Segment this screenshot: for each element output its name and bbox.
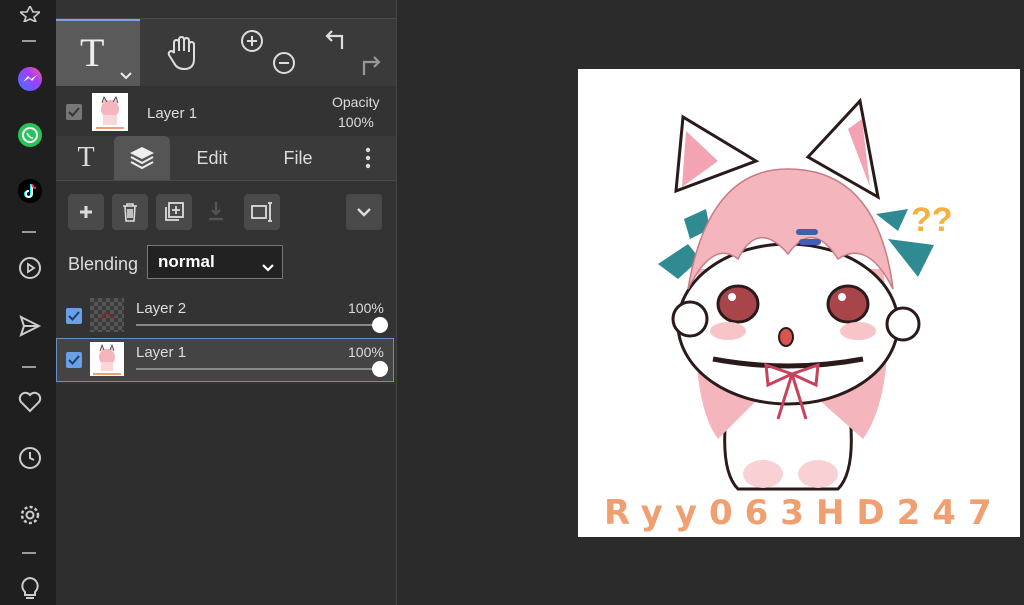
layer-opacity-value: 100% bbox=[348, 344, 384, 360]
layer-menu-button[interactable] bbox=[346, 194, 382, 230]
delete-layer-button[interactable] bbox=[112, 194, 148, 230]
svg-text:??: ?? bbox=[911, 201, 953, 239]
layer-row-layer-1[interactable]: Layer 1 100% bbox=[56, 338, 394, 382]
undo-icon[interactable] bbox=[324, 27, 350, 58]
redo-icon[interactable] bbox=[356, 53, 382, 84]
layer-opacity-handle[interactable] bbox=[372, 361, 388, 377]
merge-down-icon bbox=[206, 200, 226, 229]
active-layer-checkbox[interactable] bbox=[66, 104, 82, 120]
tool-bar: T bbox=[56, 18, 396, 87]
opacity-label: Opacity bbox=[332, 94, 380, 110]
lightbulb-icon[interactable] bbox=[16, 575, 44, 603]
blending-label: Blending bbox=[68, 254, 139, 274]
active-layer-name: Layer 1 bbox=[147, 105, 198, 122]
tiktok-icon[interactable] bbox=[16, 177, 44, 205]
tab-text[interactable]: T bbox=[66, 136, 106, 180]
blending-value: normal bbox=[158, 252, 215, 271]
layer-row-layer-2[interactable]: Layer 2 100% bbox=[56, 294, 394, 338]
plus-icon bbox=[80, 206, 92, 218]
layer-name: Layer 2 bbox=[136, 300, 187, 317]
layer-opacity-value: 100% bbox=[348, 300, 384, 316]
send-icon[interactable] bbox=[16, 312, 44, 340]
layer-opacity-slider[interactable] bbox=[136, 368, 382, 370]
chevron-down-icon bbox=[357, 208, 371, 217]
layer-properties-button[interactable] bbox=[244, 194, 280, 230]
chibi-fox-girl-artwork: ?? bbox=[658, 97, 953, 491]
app-sidebar bbox=[0, 0, 56, 605]
layer-visibility-checkbox[interactable] bbox=[66, 308, 82, 324]
layer-opacity-handle[interactable] bbox=[372, 317, 388, 333]
hand-icon bbox=[167, 35, 195, 71]
tab-file[interactable]: File bbox=[270, 136, 326, 180]
zoom-in-icon[interactable] bbox=[240, 29, 264, 58]
active-layer-bar: Layer 1 Opacity 100% bbox=[56, 86, 396, 136]
zoom-out-icon[interactable] bbox=[272, 51, 296, 80]
blending-select[interactable]: normal bbox=[147, 245, 283, 279]
sidebar-divider bbox=[22, 552, 36, 554]
duplicate-layer-button[interactable] bbox=[156, 194, 192, 230]
layer-thumbnail bbox=[90, 298, 124, 332]
layer-thumbnail bbox=[90, 342, 124, 376]
hand-tool-button[interactable] bbox=[140, 19, 224, 87]
messenger-icon[interactable] bbox=[16, 65, 44, 93]
sidebar-divider bbox=[22, 366, 36, 368]
text-tool-button[interactable]: T bbox=[56, 19, 140, 87]
trash-icon bbox=[123, 203, 137, 222]
text-tool-label: T bbox=[80, 30, 105, 75]
tab-layers[interactable] bbox=[114, 136, 170, 180]
image-canvas[interactable]: ?? Ryy063HD247 bbox=[578, 69, 1020, 537]
history-tools bbox=[312, 19, 396, 87]
artist-watermark: Ryy063HD247 bbox=[604, 493, 1004, 533]
whatsapp-icon[interactable] bbox=[16, 121, 44, 149]
layer-name: Layer 1 bbox=[136, 344, 187, 361]
clock-icon[interactable] bbox=[16, 444, 44, 472]
chevron-down-icon bbox=[262, 257, 274, 277]
add-layer-button[interactable] bbox=[68, 194, 104, 230]
tab-edit[interactable]: Edit bbox=[184, 136, 240, 180]
active-layer-thumbnail bbox=[92, 93, 128, 131]
gear-icon[interactable] bbox=[16, 501, 44, 529]
resize-layer-icon bbox=[251, 202, 272, 222]
layers-icon bbox=[130, 147, 154, 170]
zoom-tools bbox=[226, 19, 310, 87]
sidebar-divider bbox=[22, 40, 36, 42]
chevron-down-icon bbox=[120, 67, 132, 85]
sidebar-divider bbox=[22, 231, 36, 233]
layer-opacity-slider[interactable] bbox=[136, 324, 382, 326]
panel-tabs: T Edit File bbox=[56, 136, 396, 181]
opacity-value: 100% bbox=[338, 114, 374, 130]
panel-empty-area bbox=[56, 384, 396, 605]
heart-icon[interactable] bbox=[16, 388, 44, 416]
editor-panel: T Layer 1 Opacity 100% T Edit File Blend… bbox=[56, 0, 397, 605]
star-icon[interactable] bbox=[16, 0, 44, 28]
layer-visibility-checkbox[interactable] bbox=[66, 352, 82, 368]
duplicate-icon bbox=[165, 202, 184, 221]
more-options-icon[interactable] bbox=[356, 136, 380, 180]
play-circle-icon[interactable] bbox=[16, 254, 44, 282]
